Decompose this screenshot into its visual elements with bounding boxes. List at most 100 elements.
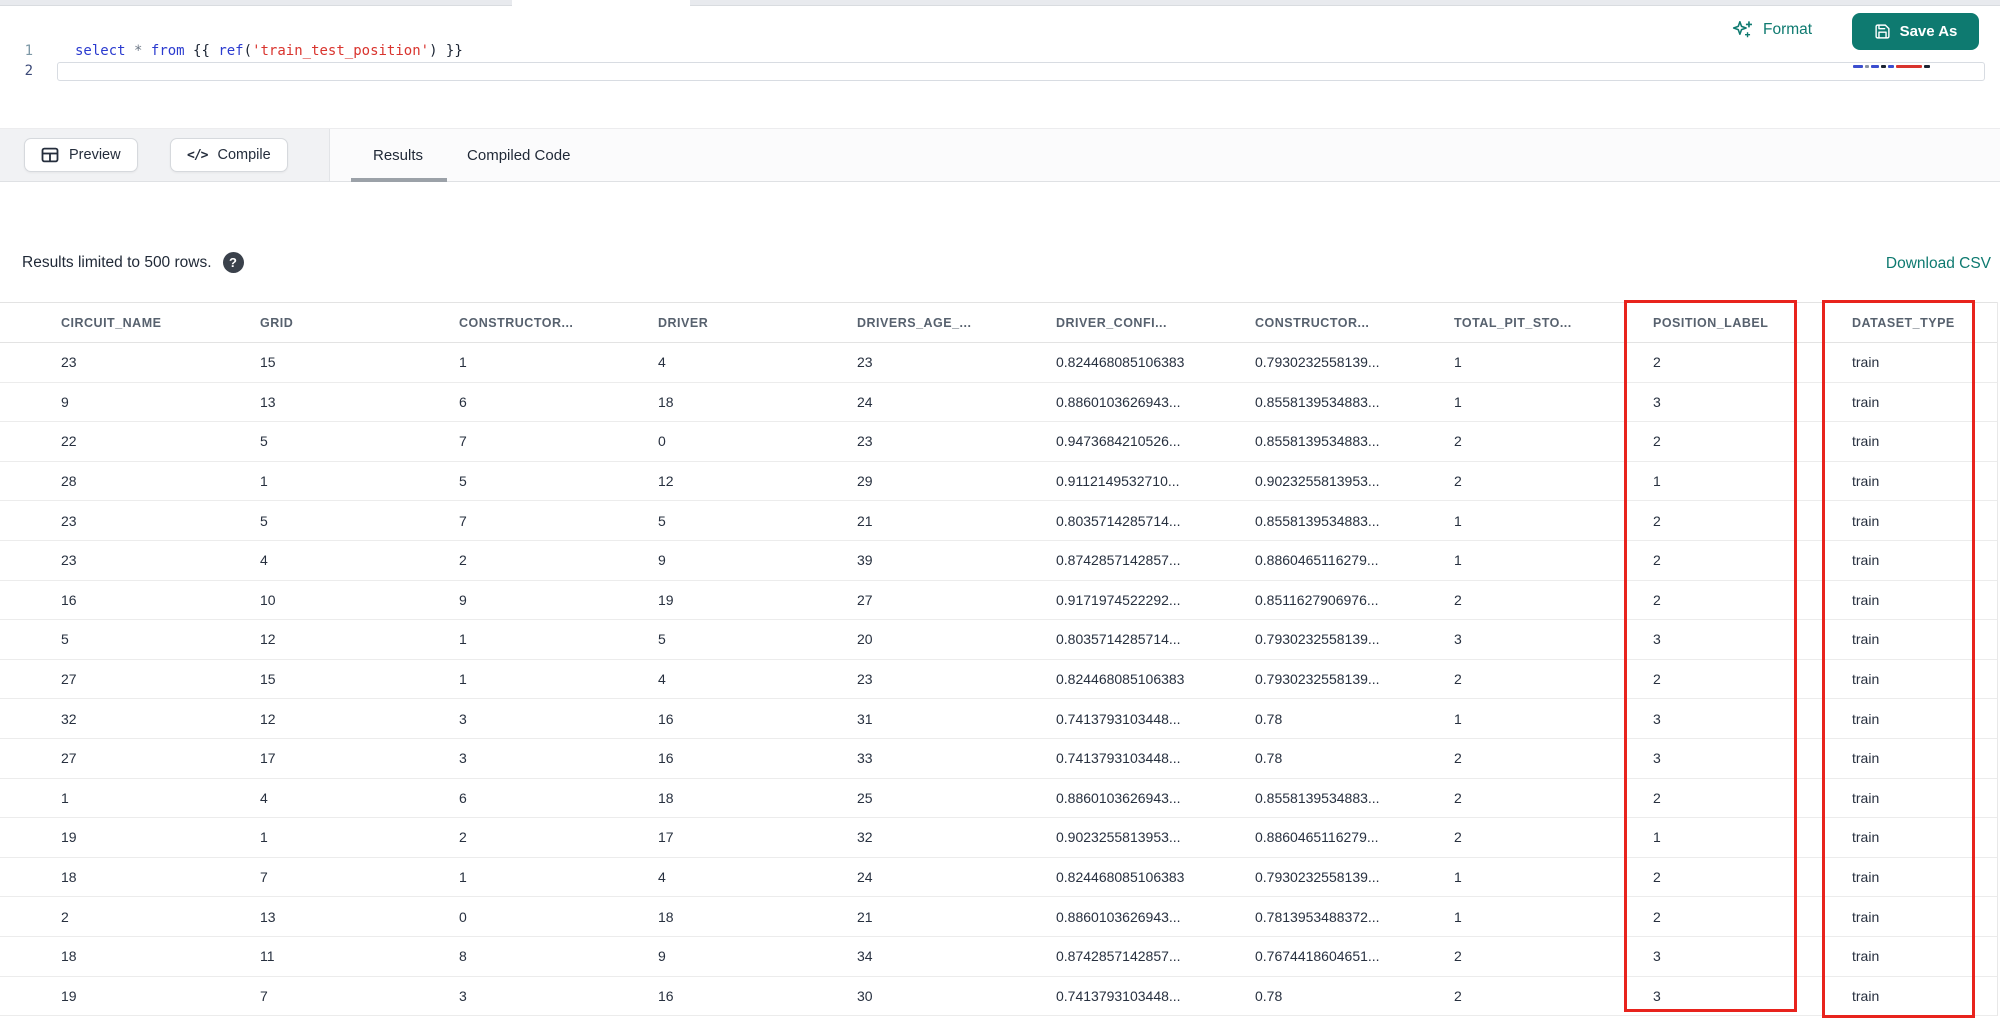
table-cell: 0.824468085106383 [1056, 869, 1185, 886]
table-cell: 32 [857, 829, 873, 846]
table-cell: 29 [857, 473, 873, 490]
table-cell: 4 [658, 354, 666, 371]
table-cell: 23 [61, 354, 77, 371]
preview-label: Preview [69, 147, 121, 163]
column-header: POSITION_LABEL [1653, 315, 1769, 330]
table-cell: 16 [658, 750, 674, 767]
table-cell: train [1852, 869, 1880, 886]
table-cell: 2 [1454, 987, 1462, 1004]
table-header-row: CIRCUIT_NAME GRID CONSTRUCTOR... DRIVER DRIV… [0, 302, 1997, 343]
table-row: 9 13 6 18 24 0.8860103626943... 0.855813953488… [0, 383, 1997, 423]
table-cell: 28 [61, 473, 77, 490]
table-cell: 0.78 [1255, 987, 1283, 1004]
table-row: 5 12 1 5 20 0.8035714285714... 0.7930232558139… [0, 620, 1997, 660]
table-cell: 1 [61, 789, 69, 806]
table-cell: 2 [1653, 671, 1661, 688]
code-token: select [75, 43, 126, 59]
column-header: TOTAL_PIT_STO... [1454, 315, 1572, 330]
table-cell: 3 [459, 987, 467, 1004]
table-cell: 3 [1653, 631, 1661, 648]
table-cell: 0.7413793103448... [1056, 987, 1181, 1004]
table-cell: 0.8558139534883... [1255, 433, 1380, 450]
table-cell: train [1852, 908, 1880, 925]
table-cell: 0.8035714285714... [1056, 512, 1181, 529]
table-cell: 4 [658, 671, 666, 688]
table-cell: 4 [260, 552, 268, 569]
table-cell: 0.8860103626943... [1056, 908, 1181, 925]
table-cell: 0 [459, 908, 467, 925]
table-cell: 6 [459, 789, 467, 806]
column-header: CONSTRUCTOR... [459, 315, 574, 330]
table-cell: 1 [1454, 393, 1462, 410]
code-line-1[interactable]: 1 select * from {{ ref('train_test_positi… [0, 42, 2000, 61]
save-as-button[interactable]: Save As [1852, 13, 1979, 50]
editor-minimap[interactable] [1853, 62, 1993, 70]
code-icon: </> [187, 147, 209, 163]
table-cell: 7 [260, 987, 268, 1004]
code-token: from [150, 43, 185, 59]
preview-button[interactable]: Preview [24, 138, 138, 172]
table-cell: 27 [61, 750, 77, 767]
compile-button[interactable]: </> Compile [170, 138, 288, 172]
table-cell: 2 [1653, 591, 1661, 608]
table-cell: 5 [260, 512, 268, 529]
table-cell: 23 [857, 433, 873, 450]
help-icon[interactable]: ? [222, 252, 244, 273]
sql-editor[interactable]: 1 select * from {{ ref('train_test_positi… [0, 6, 2000, 128]
action-bar: Preview </> Compile Results Compiled Cod… [0, 128, 2000, 182]
table-cell: 2 [1454, 671, 1462, 688]
table-cell: 2 [1454, 829, 1462, 846]
code-token: ) }} [429, 43, 463, 59]
table-cell: 16 [658, 710, 674, 727]
table-cell: 19 [658, 591, 674, 608]
table-cell: 9 [658, 948, 666, 965]
code-line-2[interactable]: 2 [0, 62, 2000, 81]
table-cell: 1 [1454, 354, 1462, 371]
table-cell: 2 [1454, 948, 1462, 965]
column-header: DRIVER [658, 315, 709, 330]
sparkles-icon [1732, 19, 1754, 41]
app-window: 1 select * from {{ ref('train_test_positi… [0, 0, 2000, 1020]
format-label: Format [1763, 21, 1813, 38]
minimap-mark [1888, 64, 1894, 68]
table-cell: 2 [1454, 473, 1462, 490]
table-cell: 0.824468085106383 [1056, 671, 1185, 688]
table-cell: 0.7413793103448... [1056, 710, 1181, 727]
table-cell: train [1852, 354, 1880, 371]
table-cell: 33 [857, 750, 873, 767]
cursor-line[interactable] [57, 62, 1985, 81]
table-cell: train [1852, 987, 1880, 1004]
table-cell: 15 [260, 354, 276, 371]
table-cell: 3 [1653, 710, 1661, 727]
compile-label: Compile [217, 147, 271, 163]
format-button[interactable]: Format [1726, 18, 1818, 42]
table-cell: 16 [658, 987, 674, 1004]
table-cell: 0.8558139534883... [1255, 789, 1380, 806]
table-cell: 2 [61, 908, 69, 925]
table-cell: 0.7930232558139... [1255, 631, 1380, 648]
table-cell: 20 [857, 631, 873, 648]
table-row: 18 7 1 4 24 0.824468085106383 0.7930232558139.… [0, 858, 1997, 898]
table-body: 23 15 1 4 23 0.824468085106383 0.7930232558139… [0, 343, 1997, 1017]
table-cell: 4 [658, 869, 666, 886]
tab-results[interactable]: Results [351, 129, 445, 181]
table-row: 2 13 0 18 21 0.8860103626943... 0.781395348837… [0, 897, 1997, 937]
table-cell: 0.9023255813953... [1056, 829, 1181, 846]
table-row: 23 15 1 4 23 0.824468085106383 0.7930232558139… [0, 343, 1997, 383]
table-cell: 3 [1653, 948, 1661, 965]
tab-compiled-code[interactable]: Compiled Code [445, 129, 592, 181]
table-cell: 25 [857, 789, 873, 806]
table-cell: 1 [260, 473, 268, 490]
table-row: 32 12 3 16 31 0.7413793103448... 0.78 1 3 train [0, 699, 1997, 739]
table-cell: 24 [857, 393, 873, 410]
table-cell: 19 [61, 987, 77, 1004]
minimap-mark [1896, 64, 1922, 68]
table-cell: 5 [658, 512, 666, 529]
table-cell: 9 [658, 552, 666, 569]
results-limit-text: Results limited to 500 rows. [22, 253, 212, 271]
table-cell: 8 [459, 948, 467, 965]
download-csv-link[interactable]: Download CSV [1886, 255, 1991, 273]
table-cell: 2 [1454, 433, 1462, 450]
table-cell: 2 [1454, 750, 1462, 767]
